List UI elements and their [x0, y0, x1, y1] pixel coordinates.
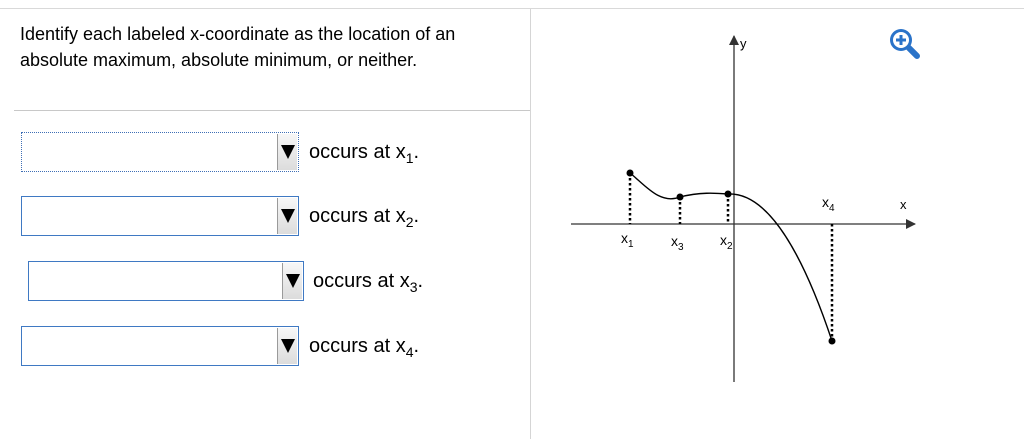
answer-dropdown-x2[interactable]: [21, 196, 299, 236]
label-x2: x2: [720, 232, 733, 252]
answer-row-x2: occurs at x2.: [21, 196, 441, 238]
answer-row-x1: occurs at x1.: [21, 132, 441, 174]
answer-dropdown-x1[interactable]: [21, 132, 299, 172]
question-text: Identify each labeled x-coordinate as th…: [20, 24, 456, 70]
answer-row-x3: occurs at x3.: [28, 261, 448, 303]
answer-label-x4: occurs at x4.: [309, 335, 420, 360]
label-x3: x3: [671, 233, 684, 253]
answer-dropdown-x4[interactable]: [21, 326, 299, 366]
triangle-down-icon: [280, 209, 295, 223]
y-axis-label: y: [740, 36, 747, 51]
point-x4: [828, 337, 836, 345]
triangle-down-icon: [285, 274, 300, 288]
zoom-in-icon[interactable]: [887, 26, 923, 62]
point-x3: [676, 193, 684, 201]
answer-label-x2: occurs at x2.: [309, 205, 420, 230]
function-curve: [629, 172, 833, 342]
answer-dropdown-x3[interactable]: [28, 261, 304, 301]
answer-row-x4: occurs at x4.: [21, 326, 441, 368]
question-divider: [14, 110, 530, 111]
function-graph: y x x1 x3 x2 x4: [571, 35, 916, 382]
label-x1: x1: [621, 230, 634, 250]
answer-label-x1: occurs at x1.: [309, 141, 420, 166]
dropdown-arrow-icon[interactable]: [277, 134, 297, 170]
dropdown-arrow-icon[interactable]: [277, 328, 297, 364]
label-x4: x4: [822, 194, 835, 214]
answer-label-x3: occurs at x3.: [313, 270, 424, 295]
triangle-down-icon: [280, 145, 295, 159]
dropdown-arrow-icon[interactable]: [282, 263, 302, 299]
point-x2: [724, 190, 732, 198]
x-axis-label: x: [900, 197, 907, 212]
dropdown-arrow-icon[interactable]: [277, 198, 297, 234]
triangle-down-icon: [280, 339, 295, 353]
point-x1: [626, 169, 634, 177]
